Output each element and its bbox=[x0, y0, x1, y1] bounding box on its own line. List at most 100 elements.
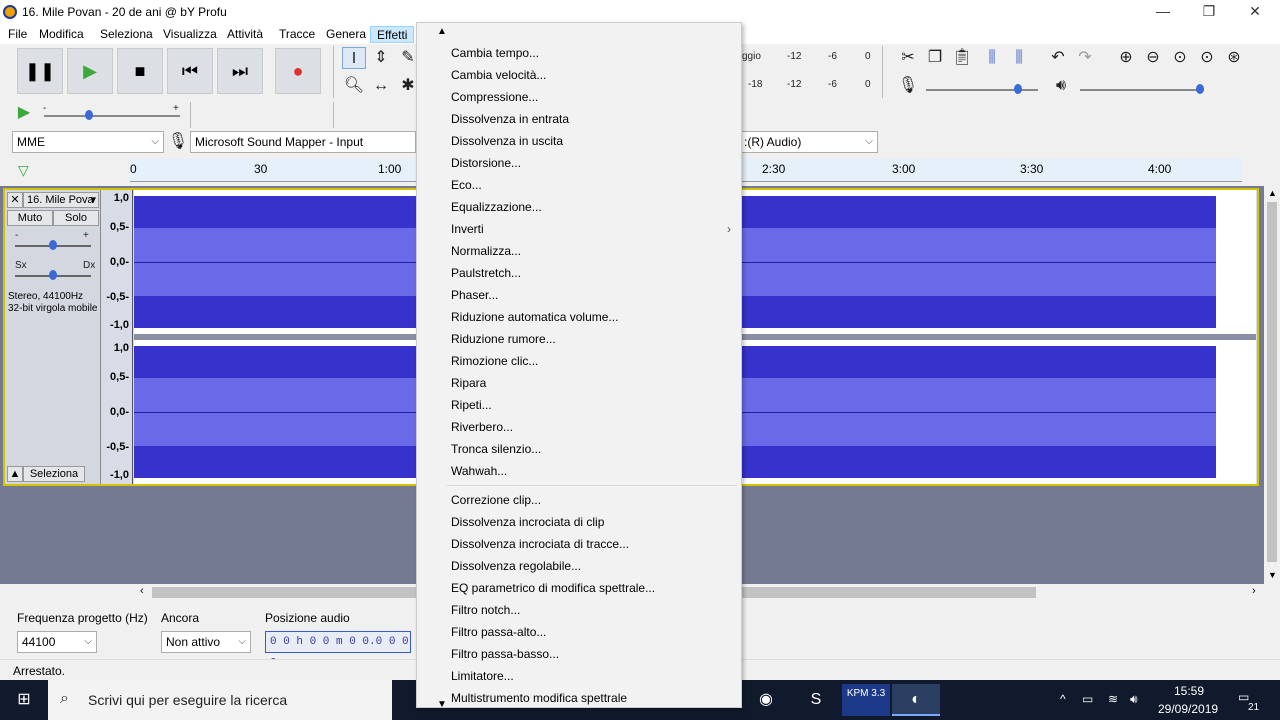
menu-scroll-down-icon[interactable]: ▼ bbox=[437, 699, 447, 707]
chrome-icon[interactable]: ◉ bbox=[742, 684, 790, 716]
effect-menu-item[interactable]: Riduzione automatica volume... bbox=[417, 306, 741, 328]
effect-menu-item[interactable]: Phaser... bbox=[417, 284, 741, 306]
pan-slider-thumb[interactable] bbox=[49, 270, 57, 280]
effect-menu-item[interactable]: EQ parametrico di modifica spettrale... bbox=[417, 577, 741, 599]
clock-date[interactable]: 29/09/2019 bbox=[1158, 702, 1218, 716]
effect-menu-item[interactable]: Normalizza... bbox=[417, 240, 741, 262]
effect-menu-item[interactable]: Limitatore... bbox=[417, 665, 741, 687]
effect-menu-item[interactable]: Filtro notch... bbox=[417, 599, 741, 621]
menu-file[interactable]: File bbox=[2, 26, 33, 43]
cut-icon[interactable]: ✂ bbox=[896, 47, 920, 69]
project-rate-select[interactable]: 44100 ⌵ bbox=[17, 631, 97, 653]
menu-modifica[interactable]: Modifica bbox=[33, 26, 90, 43]
input-device-select[interactable]: Microsoft Sound Mapper - Input bbox=[190, 131, 416, 153]
effect-menu-item[interactable]: Dissolvenza regolabile... bbox=[417, 555, 741, 577]
fit-project-icon[interactable]: ⊙ bbox=[1195, 47, 1219, 69]
track-name-menu[interactable]: 16. Mile Pova ▾ bbox=[23, 192, 99, 208]
speed-slider[interactable] bbox=[44, 115, 180, 117]
select-track-button[interactable]: Seleziona bbox=[23, 466, 85, 482]
effect-menu-item[interactable]: Inverti › bbox=[417, 218, 741, 240]
menu-seleziona[interactable]: Seleziona bbox=[94, 26, 159, 43]
effect-menu-item[interactable]: Dissolvenza incrociata di tracce... bbox=[417, 533, 741, 555]
wifi-icon[interactable]: ≋ bbox=[1108, 692, 1118, 706]
effect-menu-item[interactable]: Ripeti... bbox=[417, 394, 741, 416]
effect-menu-item[interactable]: Eco... bbox=[417, 174, 741, 196]
minimize-button[interactable]: — bbox=[1140, 0, 1186, 24]
scroll-up-icon[interactable]: ▲ bbox=[1268, 188, 1277, 198]
effect-menu-item[interactable]: Filtro passa-alto... bbox=[417, 621, 741, 643]
silence-icon[interactable]: ⫼ bbox=[1007, 47, 1031, 69]
taskbar-search[interactable]: ⌕ Scrivi qui per eseguire la ricerca bbox=[48, 680, 392, 720]
effect-menu-item[interactable]: Correzione clip... bbox=[417, 489, 741, 511]
audio-host-select[interactable]: MME ⌵ bbox=[12, 131, 164, 153]
record-button[interactable]: ● bbox=[275, 48, 321, 94]
vertical-scrollbar[interactable]: ▲ ▼ bbox=[1264, 186, 1280, 584]
effect-menu-item[interactable]: Dissolvenza in uscita bbox=[417, 130, 741, 152]
effect-menu-item[interactable]: Rimozione clic... bbox=[417, 350, 741, 372]
menu-scroll-up-icon[interactable]: ▲ bbox=[437, 26, 447, 37]
effect-menu-item[interactable]: Paulstretch... bbox=[417, 262, 741, 284]
scroll-left-icon[interactable]: ‹ bbox=[140, 585, 144, 597]
menu-visualizza[interactable]: Visualizza bbox=[157, 26, 223, 43]
effect-menu-item[interactable]: Dissolvenza incrociata di clip bbox=[417, 511, 741, 533]
snap-select[interactable]: Non attivo ⌵ bbox=[161, 631, 251, 653]
effect-menu-item[interactable]: Dissolvenza in entrata bbox=[417, 108, 741, 130]
restore-button[interactable]: ❐ bbox=[1186, 0, 1232, 24]
effect-menu-item[interactable]: Distorsione... bbox=[417, 152, 741, 174]
battery-icon[interactable]: ▭ bbox=[1082, 692, 1093, 706]
copy-icon[interactable]: ❐ bbox=[923, 47, 947, 69]
scroll-right-icon[interactable]: › bbox=[1252, 585, 1256, 597]
paste-icon[interactable]: 📋︎ bbox=[950, 47, 974, 69]
timeline-arrow-icon[interactable]: ▽ bbox=[18, 162, 29, 179]
playback-volume-thumb[interactable] bbox=[1196, 84, 1204, 94]
audacity-taskbar-icon[interactable]: ◐ bbox=[892, 684, 940, 716]
effect-menu-item[interactable]: Cambia tempo... bbox=[417, 42, 741, 64]
effect-menu-item[interactable]: Cambia velocità... bbox=[417, 64, 741, 86]
record-volume-thumb[interactable] bbox=[1014, 84, 1022, 94]
clock-time[interactable]: 15:59 bbox=[1174, 684, 1204, 698]
menu-attivita[interactable]: Attività bbox=[221, 26, 269, 43]
effect-menu-item[interactable]: Compressione... bbox=[417, 86, 741, 108]
undo-icon[interactable]: ↶ bbox=[1046, 47, 1070, 69]
audio-position-field[interactable]: 0 0 h 0 0 m 0 0.0 0 0 s bbox=[265, 631, 411, 668]
scroll-down-icon[interactable]: ▼ bbox=[1268, 570, 1277, 580]
scrollbar-thumb[interactable] bbox=[1267, 202, 1277, 562]
fit-selection-icon[interactable]: ⊙ bbox=[1168, 47, 1192, 69]
effect-menu-item[interactable]: Filtro passa-basso... bbox=[417, 643, 741, 665]
timeshift-tool-icon[interactable]: ↔ bbox=[369, 75, 393, 97]
tray-chevron-icon[interactable]: ^ bbox=[1060, 692, 1066, 706]
solo-button[interactable]: Solo bbox=[53, 210, 99, 226]
menu-effetti[interactable]: Effetti bbox=[370, 26, 415, 43]
selection-tool-icon[interactable]: I bbox=[342, 47, 366, 69]
mute-button[interactable]: Muto bbox=[7, 210, 53, 226]
stop-button[interactable]: ■ bbox=[117, 48, 163, 94]
collapse-track-icon[interactable]: ▲ bbox=[7, 466, 23, 482]
redo-icon[interactable]: ↷ bbox=[1073, 47, 1097, 69]
effect-menu-item[interactable]: Tronca silenzio... bbox=[417, 438, 741, 460]
effect-menu-item[interactable]: Wahwah... bbox=[417, 460, 741, 482]
effect-menu-item[interactable]: Riduzione rumore... bbox=[417, 328, 741, 350]
output-device-select[interactable]: :(R) Audio) ⌵ bbox=[740, 131, 878, 153]
gain-slider-thumb[interactable] bbox=[49, 240, 57, 250]
speed-slider-thumb[interactable] bbox=[85, 110, 93, 120]
volume-icon[interactable]: 🔊︎ bbox=[1130, 692, 1138, 707]
skip-start-button[interactable]: ⏮ bbox=[167, 48, 213, 94]
windows-start-icon[interactable]: ⊞ bbox=[0, 684, 48, 716]
zoom-in-icon[interactable]: ⊕ bbox=[1114, 47, 1138, 69]
app-icon[interactable]: S bbox=[792, 684, 840, 716]
zoom-tool-icon[interactable]: 🔍︎ bbox=[342, 75, 366, 97]
menu-genera[interactable]: Genera bbox=[320, 26, 372, 43]
pause-button[interactable]: ❚❚ bbox=[17, 48, 63, 94]
menu-tracce[interactable]: Tracce bbox=[273, 26, 321, 43]
kpm-app-icon[interactable]: KPM 3.3 bbox=[842, 684, 890, 716]
zoom-out-icon[interactable]: ⊖ bbox=[1141, 47, 1165, 69]
trim-icon[interactable]: ⫼ bbox=[980, 47, 1004, 69]
play-button[interactable]: ▶ bbox=[67, 48, 113, 94]
effect-menu-item[interactable]: Equalizzazione... bbox=[417, 196, 741, 218]
play-at-speed-icon[interactable]: ▶ bbox=[12, 102, 36, 124]
playback-volume-slider[interactable] bbox=[1080, 89, 1204, 91]
track-close-button[interactable]: ✕ bbox=[7, 192, 23, 208]
zoom-toggle-icon[interactable]: ⊛ bbox=[1222, 47, 1246, 69]
skip-end-button[interactable]: ⏭ bbox=[217, 48, 263, 94]
envelope-tool-icon[interactable]: ⇕ bbox=[369, 47, 393, 69]
